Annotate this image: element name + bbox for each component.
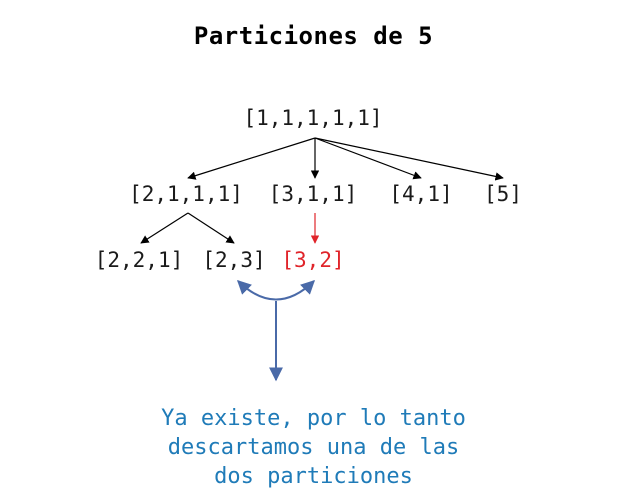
note-line-1: Ya existe, por lo tanto [161, 406, 466, 431]
node-5: [5] [484, 182, 522, 206]
node-23: [2,3] [202, 248, 265, 272]
node-32-duplicate: [3,2] [281, 248, 344, 272]
note-line-2: descartamos una de las [167, 435, 460, 460]
duplicate-note: Ya existe, por lo tanto descartamos una … [0, 404, 627, 491]
node-2111: [2,1,1,1] [129, 182, 243, 206]
edge-2111-to-221 [140, 212, 189, 244]
node-311: [3,1,1] [269, 182, 358, 206]
node-root: [1,1,1,1,1] [243, 106, 382, 130]
duplicate-curved-arrow [236, 280, 316, 301]
edge-root-to-41 [314, 137, 422, 180]
node-41: [4,1] [389, 182, 452, 206]
node-221: [2,2,1] [95, 248, 184, 272]
note-line-3: dos particiones [214, 464, 413, 489]
edge-root-to-5 [314, 137, 504, 181]
edge-2111-to-23 [187, 212, 235, 244]
edge-root-to-2111 [187, 137, 316, 180]
